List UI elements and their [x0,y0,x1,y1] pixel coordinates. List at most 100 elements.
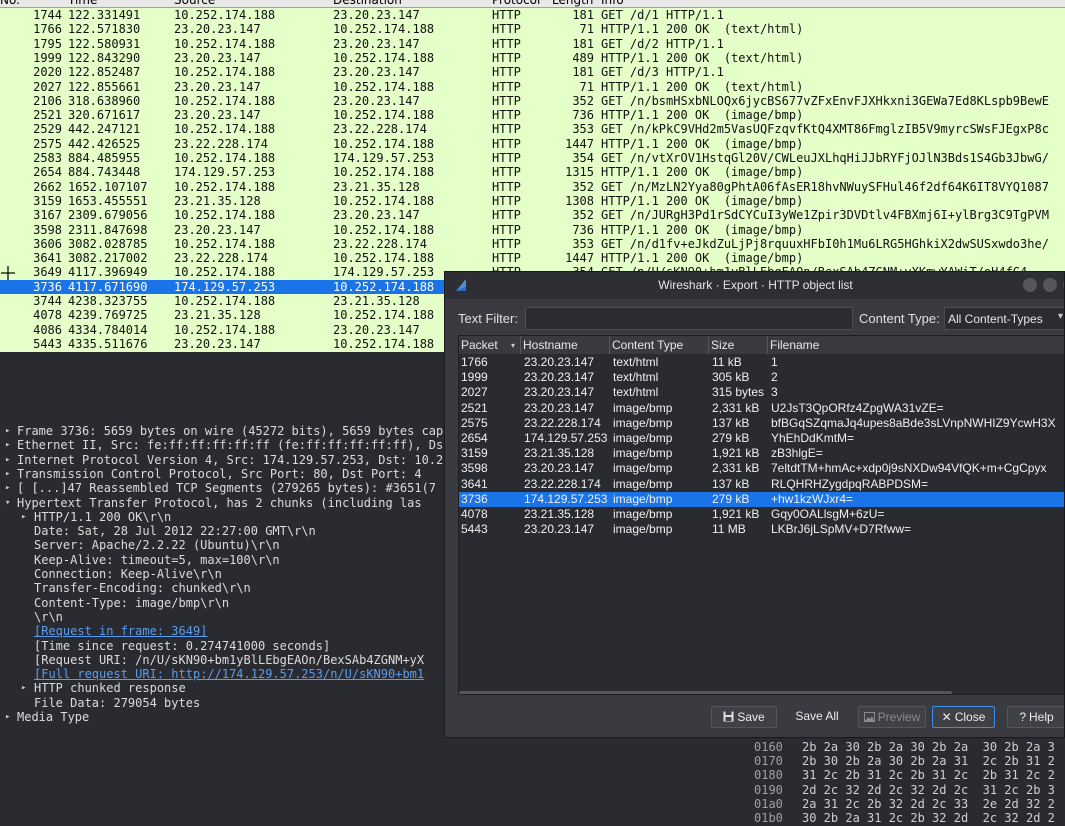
bytes-hex[interactable]: 2b 30 2b 2a 30 2b 2a 31 2c 2b 31 2 [802,754,1055,768]
expand-arrow-icon[interactable]: ▸ [5,481,10,495]
bytes-hex[interactable]: 2b 2a 30 2b 2a 30 2b 2a 30 2b 2a 3 [802,740,1055,754]
horizontal-scrollbar[interactable] [459,691,952,694]
bytes-row[interactable]: 0160 2b 2a 30 2b 2a 30 2b 2a 30 2b 2a 3 [740,740,1065,754]
details-tree-row[interactable]: ▾ Hypertext Transfer Protocol, has 2 chun… [0,496,444,510]
help-button[interactable]: ? Help [1007,706,1064,728]
packet-column-header[interactable]: No. [0,0,20,7]
details-tree-row[interactable]: ▸ HTTP chunked response [0,681,444,695]
packet-row[interactable]: 2020 122.852487 10.252.174.188 23.20.23.147… [0,65,1065,79]
dialog-titlebar[interactable]: Wireshark · Export · HTTP object list [445,272,1064,299]
packet-row[interactable]: 3159 1653.455551 23.21.35.128 10.252.174.18… [0,194,1065,208]
expand-arrow-icon[interactable]: ▸ [5,424,10,438]
bytes-hex[interactable]: 2d 2c 32 2d 2c 32 2d 2c 31 2c 2b 3 [802,783,1055,797]
expand-arrow-icon[interactable]: ▸ [5,453,10,467]
bytes-hex[interactable]: 31 2c 2b 31 2c 2b 31 2c 2b 31 2c 2 [802,768,1055,782]
packet-column-header[interactable]: Source [174,0,215,7]
object-row[interactable]: 5443 23.20.23.147 image/bmp 11 MB LKBrJ6jLSp… [459,522,1064,537]
expanded-arrow-icon[interactable]: ▾ [5,496,10,510]
expand-arrow-icon[interactable]: ▸ [21,510,26,524]
details-tree-row[interactable]: Server: Apache/2.2.22 (Ubuntu)\r\n [0,538,444,552]
packet-column-header[interactable]: Time [68,0,97,7]
object-row[interactable]: 2575 23.22.228.174 image/bmp 137 kB bfBGqSZq… [459,416,1064,431]
object-row[interactable]: 3159 23.21.35.128 image/bmp 1,921 kB zB3hlgE… [459,446,1064,461]
object-row[interactable]: 3736 174.129.57.253 image/bmp 279 kB +hw1kzW… [459,491,1064,507]
packet-row[interactable]: 2575 442.426525 23.22.228.174 10.252.174.18… [0,137,1065,151]
details-tree-row[interactable]: ▸ Media Type [0,710,444,724]
details-tree-row[interactable]: [Time since request: 0.274741000 seconds… [0,639,444,653]
object-row[interactable]: 2654 174.129.57.253 image/bmp 279 kB YhEhDdK… [459,431,1064,446]
object-row[interactable]: 1766 23.20.23.147 text/html 11 kB 1 [459,355,1064,370]
packet-bytes-pane[interactable]: 0160 2b 2a 30 2b 2a 30 2b 2a 30 2b 2a 3 01… [740,738,1065,826]
object-row[interactable]: 2027 23.20.23.147 text/html 315 bytes 3 [459,385,1064,400]
save-all-button[interactable]: Save All [788,706,846,728]
packet-row[interactable]: 2654 884.743448 174.129.57.253 10.252.174.1… [0,165,1065,179]
maximize-window-button[interactable] [1043,278,1057,292]
packet-row[interactable]: 2529 442.247121 10.252.174.188 23.22.228.17… [0,122,1065,136]
details-tree-row[interactable]: ▸ Transmission Control Protocol, Src Port… [0,467,444,481]
packet-row[interactable]: 3167 2309.679056 10.252.174.188 23.20.23.14… [0,208,1065,222]
details-tree-row[interactable]: ▸ Ethernet II, Src: fe:ff:ff:ff:ff:ff (fe… [0,438,444,452]
packet-row[interactable]: 2662 1652.107107 10.252.174.188 23.21.35.12… [0,180,1065,194]
column-header-hostname[interactable]: Hostname [521,336,610,354]
details-tree-row[interactable]: ▸ Frame 3736: 5659 bytes on wire (45272 b… [0,424,444,438]
column-header-filename[interactable]: Filename [768,336,1064,354]
bytes-row[interactable]: 0170 2b 30 2b 2a 30 2b 2a 31 2c 2b 31 2 [740,754,1065,768]
details-tree-row[interactable]: [Request URI: /n/U/sKN90+bm1yBlLEbgEAOn/… [0,653,444,667]
column-header-size[interactable]: Size [709,336,768,354]
packet-row[interactable]: 2583 884.485955 10.252.174.188 174.129.57.2… [0,151,1065,165]
details-tree-row[interactable]: File Data: 279054 bytes [0,696,444,710]
content-type-select[interactable]: All Content-Types ▾ [944,307,1064,330]
expand-arrow-icon[interactable]: ▸ [5,467,10,481]
text-filter-input[interactable] [525,307,853,330]
packet-row[interactable]: 2106 318.638960 10.252.174.188 23.20.23.147… [0,94,1065,108]
details-link-row[interactable]: [Request in frame: 3649] [0,624,444,638]
close-button[interactable]: ✕ Close [932,706,995,728]
packet-row[interactable]: 1999 122.843290 23.20.23.147 10.252.174.188… [0,51,1065,65]
bytes-hex[interactable]: 30 2b 2a 31 2c 2b 32 2d 2c 32 2d 2 [802,811,1055,825]
packet-row[interactable]: 1766 122.571830 23.20.23.147 10.252.174.188… [0,22,1065,36]
bytes-row[interactable]: 0190 2d 2c 32 2d 2c 32 2d 2c 31 2c 2b 3 [740,783,1065,797]
packet-row[interactable]: 1744 122.331491 10.252.174.188 23.20.23.147… [0,8,1065,22]
save-button[interactable]: Save [711,706,777,728]
object-row[interactable]: 3641 23.22.228.174 image/bmp 137 kB RLQHRHZy… [459,477,1064,492]
details-tree-row[interactable]: Date: Sat, 28 Jul 2012 22:27:00 GMT\r\n [0,524,444,538]
object-row[interactable]: 3598 23.20.23.147 image/bmp 2,331 kB 7eltdtT… [459,461,1064,476]
column-header-content-type[interactable]: Content Type [610,336,709,354]
details-tree-row[interactable]: Transfer-Encoding: chunked\r\n [0,581,444,595]
packet-row[interactable]: 3598 2311.847698 23.20.23.147 10.252.174.18… [0,223,1065,237]
bytes-row[interactable]: 01a0 2a 31 2c 2b 32 2d 2c 33 2e 2d 32 2 [740,797,1065,811]
packet-row[interactable]: 2521 320.671617 23.20.23.147 10.252.174.188… [0,108,1065,122]
preview-button[interactable]: Preview [858,706,926,728]
details-tree-text[interactable]: [Full request URI: http://174.129.57.253… [34,667,424,681]
column-header-packet[interactable]: Packet ▾ [459,336,521,354]
expand-arrow-icon[interactable]: ▸ [5,710,10,724]
expand-arrow-icon[interactable]: ▸ [21,681,26,695]
details-tree-row[interactable]: Connection: Keep-Alive\r\n [0,567,444,581]
packet-column-header[interactable]: Info [601,0,624,7]
packet-row[interactable]: 3606 3082.028785 10.252.174.188 23.22.228.1… [0,237,1065,251]
details-tree-text[interactable]: [Request in frame: 3649] [34,624,207,638]
packet-column-header[interactable]: Destination [333,0,402,7]
http-object-table[interactable]: Packet ▾ Hostname Content Type Size Filen… [458,335,1064,695]
packet-row[interactable]: 3641 3082.217002 23.22.228.174 10.252.174.1… [0,251,1065,265]
bytes-hex[interactable]: 2a 31 2c 2b 32 2d 2c 33 2e 2d 32 2 [802,797,1055,811]
bytes-row[interactable]: 01b0 30 2b 2a 31 2c 2b 32 2d 2c 32 2d 2 [740,811,1065,825]
packet-column-header[interactable]: Length [552,0,593,7]
details-tree-row[interactable]: ▸ [ [...]47 Reassembled TCP Segments (279… [0,481,444,495]
packet-row[interactable]: 1795 122.580931 10.252.174.188 23.20.23.147… [0,37,1065,51]
object-row[interactable]: 1999 23.20.23.147 text/html 305 kB 2 [459,370,1064,385]
expand-arrow-icon[interactable]: ▸ [5,438,10,452]
object-row[interactable]: 4078 23.21.35.128 image/bmp 1,921 kB Gqy0OAL… [459,507,1064,522]
bytes-row[interactable]: 0180 31 2c 2b 31 2c 2b 31 2c 2b 31 2c 2 [740,768,1065,782]
packet-details-tree[interactable]: ▸ Frame 3736: 5659 bytes on wire (45272 b… [0,416,444,728]
details-tree-row[interactable]: Keep-Alive: timeout=5, max=100\r\n [0,553,444,567]
details-tree-row[interactable]: \r\n [0,610,444,624]
packet-row[interactable]: 2027 122.855661 23.20.23.147 10.252.174.188… [0,80,1065,94]
minimize-window-button[interactable] [1023,278,1037,292]
details-link-row[interactable]: [Full request URI: http://174.129.57.253… [0,667,444,681]
details-tree-row[interactable]: Content-Type: image/bmp\r\n [0,596,444,610]
object-row[interactable]: 2521 23.20.23.147 image/bmp 2,331 kB U2JsT3Q… [459,401,1064,416]
details-tree-row[interactable]: ▸ HTTP/1.1 200 OK\r\n [0,510,444,524]
packet-column-header[interactable]: Protocol [492,0,540,7]
details-tree-row[interactable]: ▸ Internet Protocol Version 4, Src: 174.1… [0,453,444,467]
